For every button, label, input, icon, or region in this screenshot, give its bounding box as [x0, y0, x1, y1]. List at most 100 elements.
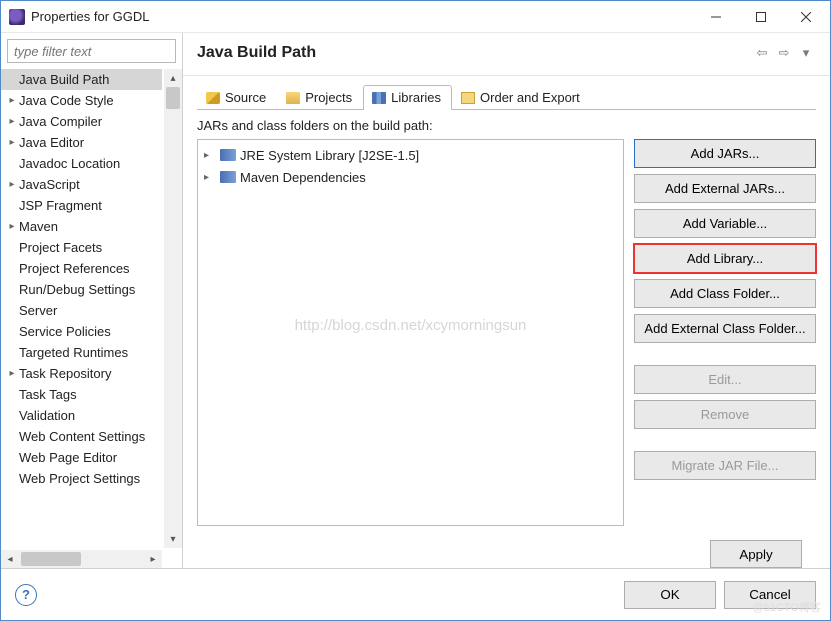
sidebar-item-label: Java Editor: [19, 135, 84, 150]
library-label: JRE System Library [J2SE-1.5]: [240, 148, 419, 163]
category-tree[interactable]: Java Build Path▸Java Code Style▸Java Com…: [1, 69, 162, 548]
close-button[interactable]: [783, 2, 828, 32]
nav-back-button[interactable]: ⇦: [752, 43, 772, 63]
tab-source[interactable]: Source: [197, 85, 277, 110]
sidebar-item-label: Java Compiler: [19, 114, 102, 129]
sidebar-item[interactable]: Server: [1, 300, 162, 321]
sidebar-item[interactable]: Web Content Settings: [1, 426, 162, 447]
tab-label: Libraries: [391, 90, 441, 105]
maximize-button[interactable]: [738, 2, 783, 32]
sidebar-item[interactable]: Web Project Settings: [1, 468, 162, 489]
ok-button[interactable]: OK: [624, 581, 716, 609]
sidebar-item[interactable]: JSP Fragment: [1, 195, 162, 216]
library-icon: [220, 171, 236, 183]
source-icon: [206, 92, 220, 104]
tab-libraries[interactable]: Libraries: [363, 85, 452, 110]
window-title: Properties for GGDL: [31, 9, 693, 24]
expand-icon[interactable]: ▸: [5, 95, 19, 106]
app-icon: [9, 9, 25, 25]
sidebar-item-label: JavaScript: [19, 177, 80, 192]
sidebar-item-label: Run/Debug Settings: [19, 282, 135, 297]
sidebar-item[interactable]: Project Facets: [1, 237, 162, 258]
add-library-button[interactable]: Add Library...: [634, 244, 816, 273]
library-icon: [220, 149, 236, 161]
sidebar-item-label: Server: [19, 303, 57, 318]
sidebar-item-label: Task Repository: [19, 366, 111, 381]
tab-label: Order and Export: [480, 90, 580, 105]
watermark-text: http://blog.csdn.net/xcymorningsun: [198, 317, 623, 334]
expand-icon[interactable]: ▸: [5, 179, 19, 190]
sidebar-item-label: Java Code Style: [19, 93, 114, 108]
section-description: JARs and class folders on the build path…: [197, 118, 816, 133]
sidebar-item[interactable]: Validation: [1, 405, 162, 426]
filter-input[interactable]: [7, 39, 176, 63]
sidebar-item[interactable]: ▸Maven: [1, 216, 162, 237]
cancel-button[interactable]: Cancel: [724, 581, 816, 609]
sidebar-item-label: JSP Fragment: [19, 198, 102, 213]
sidebar-item-label: Maven: [19, 219, 58, 234]
sidebar-item[interactable]: ▸Java Editor: [1, 132, 162, 153]
expand-icon[interactable]: ▸: [5, 116, 19, 127]
expand-icon[interactable]: ▸: [5, 221, 19, 232]
add-external-class-folder-button[interactable]: Add External Class Folder...: [634, 314, 816, 343]
apply-button[interactable]: Apply: [710, 540, 802, 568]
sidebar-vscroll[interactable]: ▴ ▾: [164, 69, 182, 548]
expand-icon[interactable]: ▸: [5, 137, 19, 148]
sidebar-item-label: Service Policies: [19, 324, 111, 339]
sidebar-item[interactable]: ▸Java Compiler: [1, 111, 162, 132]
sidebar-item[interactable]: Project References: [1, 258, 162, 279]
scroll-thumb[interactable]: [166, 87, 180, 109]
order and export-icon: [461, 92, 475, 104]
expand-icon[interactable]: ▸: [204, 172, 216, 183]
sidebar-item-label: Validation: [19, 408, 75, 423]
migrate-jar-button: Migrate JAR File...: [634, 451, 816, 480]
titlebar: Properties for GGDL: [1, 1, 830, 33]
sidebar-item-label: Java Build Path: [19, 72, 109, 87]
scroll-left-icon[interactable]: ◂: [1, 550, 19, 568]
sidebar-item-label: Project Facets: [19, 240, 102, 255]
minimize-button[interactable]: [693, 2, 738, 32]
libraries-list[interactable]: ▸ JRE System Library [J2SE-1.5] ▸ Maven Dep…: [197, 139, 624, 526]
sidebar-item[interactable]: Task Tags: [1, 384, 162, 405]
add-class-folder-button[interactable]: Add Class Folder...: [634, 279, 816, 308]
scroll-thumb-h[interactable]: [21, 552, 81, 566]
libraries-icon: [372, 92, 386, 104]
add-external-jars-button[interactable]: Add External JARs...: [634, 174, 816, 203]
add-jars-button[interactable]: Add JARs...: [634, 139, 816, 168]
tab-label: Source: [225, 90, 266, 105]
sidebar-item-label: Project References: [19, 261, 130, 276]
nav-menu-button[interactable]: ▾: [796, 43, 816, 63]
tab-label: Projects: [305, 90, 352, 105]
sidebar-item[interactable]: ▸Java Code Style: [1, 90, 162, 111]
library-item[interactable]: ▸ Maven Dependencies: [198, 166, 623, 188]
sidebar-item[interactable]: Javadoc Location: [1, 153, 162, 174]
sidebar-item[interactable]: ▸Task Repository: [1, 363, 162, 384]
sidebar-hscroll[interactable]: ◂ ▸: [1, 550, 162, 568]
edit-button: Edit...: [634, 365, 816, 394]
sidebar-item[interactable]: Run/Debug Settings: [1, 279, 162, 300]
nav-fwd-button[interactable]: ⇨: [774, 43, 794, 63]
sidebar-item-label: Javadoc Location: [19, 156, 120, 171]
sidebar: Java Build Path▸Java Code Style▸Java Com…: [1, 33, 183, 568]
library-label: Maven Dependencies: [240, 170, 366, 185]
sidebar-item[interactable]: Service Policies: [1, 321, 162, 342]
filter-box: [7, 39, 176, 63]
sidebar-item[interactable]: Web Page Editor: [1, 447, 162, 468]
page-title: Java Build Path: [197, 44, 750, 62]
help-icon[interactable]: ?: [15, 584, 37, 606]
add-variable-button[interactable]: Add Variable...: [634, 209, 816, 238]
scroll-right-icon[interactable]: ▸: [144, 550, 162, 568]
sidebar-item-label: Web Content Settings: [19, 429, 145, 444]
expand-icon[interactable]: ▸: [204, 150, 216, 161]
sidebar-item[interactable]: Java Build Path: [1, 69, 162, 90]
sidebar-item[interactable]: Targeted Runtimes: [1, 342, 162, 363]
tab-projects[interactable]: Projects: [277, 85, 363, 110]
button-column: Add JARs... Add External JARs... Add Var…: [634, 139, 816, 526]
expand-icon[interactable]: ▸: [5, 368, 19, 379]
tab-order-and-export[interactable]: Order and Export: [452, 85, 591, 110]
sidebar-item[interactable]: ▸JavaScript: [1, 174, 162, 195]
sidebar-item-label: Task Tags: [19, 387, 77, 402]
scroll-up-icon[interactable]: ▴: [164, 69, 182, 87]
library-item[interactable]: ▸ JRE System Library [J2SE-1.5]: [198, 144, 623, 166]
scroll-down-icon[interactable]: ▾: [164, 530, 182, 548]
